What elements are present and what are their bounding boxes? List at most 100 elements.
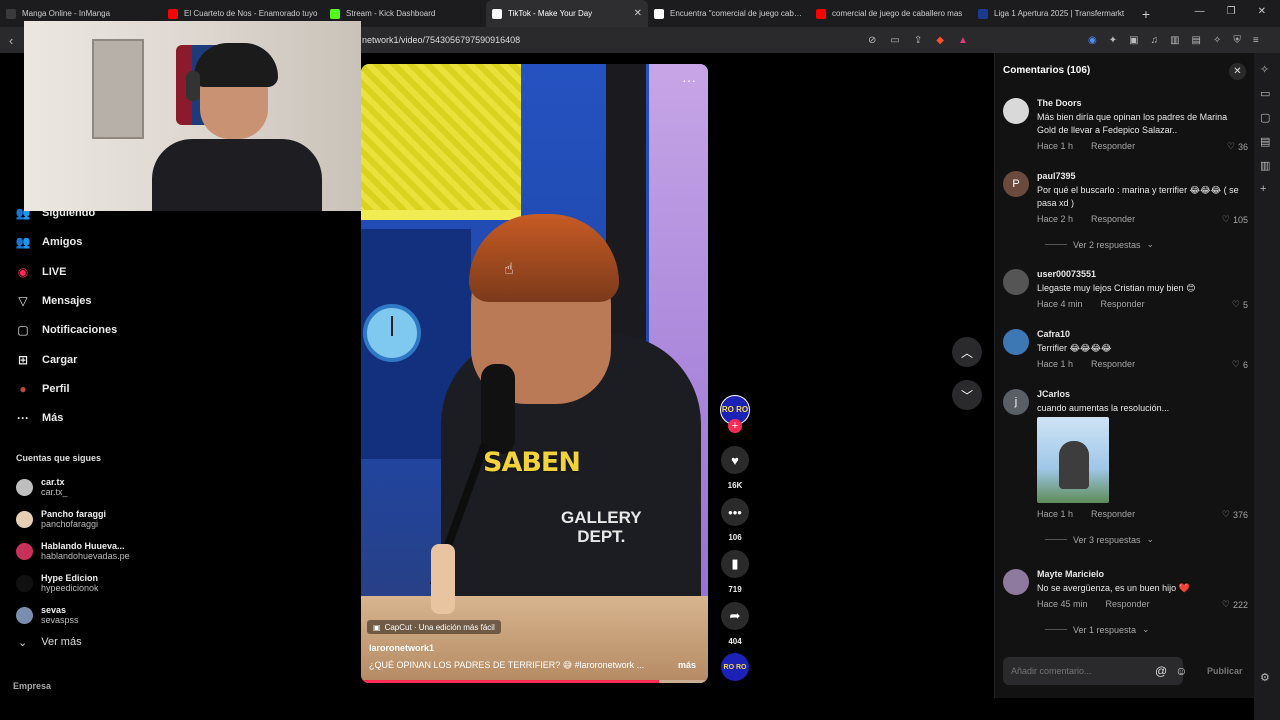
wallet-icon[interactable]: ▤ — [1192, 35, 1201, 46]
comment-username[interactable]: paul7395 — [1037, 171, 1076, 181]
nav-item-4[interactable]: ▢ Notificaciones — [16, 323, 117, 337]
back-icon[interactable]: ‹ — [9, 33, 13, 48]
caption-more-button[interactable]: más — [678, 660, 696, 670]
notifications-icon: ▢ — [17, 323, 29, 338]
share-arrow-icon[interactable]: ➦ — [721, 602, 749, 630]
view-replies-button[interactable]: Ver 2 respuestas ⌄ — [1045, 239, 1154, 250]
leo-icon[interactable]: ✧ — [1213, 35, 1221, 46]
mention-icon[interactable]: @ — [1155, 664, 1167, 678]
wallet-icon[interactable]: ▢ — [1260, 111, 1270, 124]
extensions-icon[interactable]: ✦ — [1109, 35, 1117, 46]
tab-5[interactable]: comercial de juego de caballero mas — [810, 0, 972, 27]
vpn-shield-icon[interactable]: ⛨ — [1233, 35, 1241, 46]
add-panel-icon[interactable]: + — [1260, 183, 1266, 195]
video-player[interactable]: SABEN GALLERY DEPT. ··· ▣ CapCut · Una e… — [361, 64, 708, 683]
tab-4[interactable]: Encuentra "comercial de juego caballero" — [648, 0, 810, 27]
nav-item-2[interactable]: ◉ LIVE — [16, 265, 67, 279]
capcut-badge[interactable]: ▣ CapCut · Una edición más fácil — [367, 620, 501, 634]
avatar[interactable] — [1003, 569, 1029, 595]
followed-account[interactable]: Pancho faraggi panchofaraggi — [16, 509, 106, 529]
nav-item-6[interactable]: ● Perfil — [16, 382, 70, 396]
reply-button[interactable]: Responder — [1091, 509, 1135, 519]
tab-favicon-icon — [654, 8, 664, 19]
reply-button[interactable]: Responder — [1101, 299, 1145, 309]
leo-ai-icon[interactable]: ✧ — [1260, 63, 1269, 76]
share-icon[interactable]: ⇪ — [914, 35, 922, 46]
vpn-icon[interactable]: ◉ — [1088, 35, 1097, 46]
followed-account[interactable]: Hype Edicion hypeedicionok — [16, 573, 99, 593]
comment-like-button[interactable]: ♡ 36 — [1227, 141, 1248, 152]
previous-video-button[interactable]: ︿ — [952, 337, 982, 367]
avatar[interactable]: j — [1003, 389, 1029, 415]
new-tab-button[interactable]: + — [1134, 6, 1158, 22]
nav-item-1[interactable]: 👥 Amigos — [16, 235, 83, 249]
heart-outline-icon: ♡ — [1231, 299, 1240, 309]
comment-like-button[interactable]: ♡ 5 — [1232, 299, 1248, 310]
reply-button[interactable]: Responder — [1091, 359, 1135, 369]
install-icon[interactable]: ▭ — [890, 35, 899, 46]
followed-account[interactable]: sevas sevaspss — [16, 605, 79, 625]
view-replies-button[interactable]: Ver 3 respuestas ⌄ — [1045, 534, 1154, 545]
comment-username[interactable]: JCarlos — [1037, 389, 1070, 399]
nav-item-3[interactable]: ▽ Mensajes — [16, 294, 91, 308]
heart-outline-icon: ♡ — [1221, 509, 1230, 519]
publish-button[interactable]: Publicar — [1207, 666, 1243, 676]
video-more-options-icon[interactable]: ··· — [682, 72, 696, 88]
nav-item-5[interactable]: ⊞ Cargar — [16, 353, 78, 367]
screenshot-icon[interactable]: ▣ — [1129, 35, 1138, 46]
video-author[interactable]: laroronetwork1 — [369, 643, 434, 653]
restore-icon[interactable]: ❐ — [1227, 6, 1236, 17]
reading-list-icon[interactable]: ▭ — [1260, 87, 1270, 100]
followed-account[interactable]: car.tx car.tx_ — [16, 477, 68, 497]
reply-button[interactable]: Responder — [1091, 214, 1135, 224]
close-icon[interactable]: ✕ — [1229, 63, 1246, 80]
tab-6[interactable]: Liga 1 Apertura 2025 | Transfermarkt — [972, 0, 1134, 27]
tab-3[interactable]: TikTok - Make Your Day ✕ — [486, 0, 648, 27]
video-yellow-panel — [361, 64, 521, 214]
brave-rewards-icon[interactable]: ▲ — [958, 35, 968, 46]
comment-like-button[interactable]: ♡ 6 — [1232, 359, 1248, 370]
nav-label: Perfil — [42, 382, 70, 395]
sidebar-toggle-icon[interactable]: ▥ — [1170, 35, 1179, 46]
music-disc-icon[interactable]: RO RO — [721, 653, 749, 681]
media-icon[interactable]: ♫ — [1151, 35, 1159, 46]
menu-icon[interactable]: ≡ — [1253, 35, 1259, 46]
reply-button[interactable]: Responder — [1106, 599, 1150, 609]
footer-company-link[interactable]: Empresa — [13, 681, 51, 691]
like-heart-icon[interactable]: ♥ — [721, 446, 749, 474]
reply-button[interactable]: Responder — [1091, 141, 1135, 151]
sidebar-settings-icon[interactable]: ⚙ — [1260, 671, 1270, 684]
url-text[interactable]: network1/video/7543056797590916408 — [362, 35, 520, 45]
close-tab-icon[interactable]: ✕ — [634, 8, 642, 19]
comment-like-button[interactable]: ♡ 222 — [1222, 599, 1248, 610]
comment-like-button[interactable]: ♡ 105 — [1222, 214, 1248, 225]
history-icon[interactable]: ▥ — [1260, 159, 1270, 172]
followed-account[interactable]: Hablando Huueva... hablandohuevadas.pe — [16, 541, 130, 561]
emoji-icon[interactable]: ☺ — [1175, 664, 1187, 678]
comment-like-button[interactable]: ♡ 376 — [1222, 509, 1248, 520]
bookmark-icon[interactable]: ▮ — [721, 550, 749, 578]
nav-item-7[interactable]: ··· Más — [16, 411, 63, 425]
avatar[interactable]: P — [1003, 171, 1029, 197]
avatar[interactable] — [1003, 269, 1029, 295]
chevron-down-icon: ⌄ — [1146, 239, 1155, 249]
follow-plus-icon[interactable]: + — [728, 419, 742, 433]
close-window-icon[interactable]: ✕ — [1258, 6, 1266, 17]
comment-icon[interactable]: ••• — [721, 498, 749, 526]
comment-username[interactable]: Mayte Maricielo — [1037, 569, 1104, 579]
chevron-down-icon: ⌄ — [18, 637, 28, 649]
see-more-button[interactable]: ⌄ Ver más — [18, 636, 82, 649]
comment-username[interactable]: Cafra10 — [1037, 329, 1070, 339]
translate-icon[interactable]: ⊘ — [868, 35, 876, 46]
comment-username[interactable]: The Doors — [1037, 98, 1082, 108]
comment-username[interactable]: user00073551 — [1037, 269, 1096, 279]
bookmarks-icon[interactable]: ▤ — [1260, 135, 1270, 148]
avatar[interactable] — [1003, 329, 1029, 355]
view-replies-button[interactable]: Ver 1 respuesta ⌄ — [1045, 624, 1150, 635]
avatar[interactable] — [1003, 98, 1029, 124]
video-progress-bar[interactable] — [361, 680, 708, 683]
comment-image[interactable] — [1037, 417, 1109, 503]
brave-shield-icon[interactable]: ◆ — [936, 35, 944, 46]
minimize-icon[interactable]: — — [1195, 6, 1205, 17]
next-video-button[interactable]: ﹀ — [952, 380, 982, 410]
